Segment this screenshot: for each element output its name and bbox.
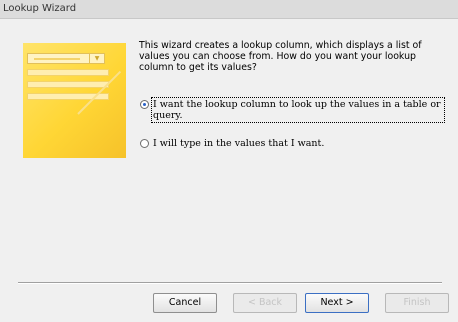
lookup-list-illustration: ▼ [23,43,126,158]
chevron-down-icon: ▼ [89,54,104,63]
title-bar: Lookup Wizard [0,0,458,19]
radio-button-selected[interactable] [140,100,149,109]
list-line-illustration [27,81,109,88]
window-title: Lookup Wizard [3,3,77,14]
separator [18,282,442,284]
option-label[interactable]: I will type in the values that I want. [153,138,443,149]
next-button[interactable]: Next > [305,293,369,313]
list-line-illustration [27,69,109,76]
option-label[interactable]: I want the lookup column to look up the … [151,97,445,123]
finish-button[interactable]: Finish [385,293,449,313]
back-button[interactable]: < Back [233,293,297,313]
option-lookup-table[interactable]: I want the lookup column to look up the … [140,97,445,123]
cancel-button[interactable]: Cancel [153,293,217,313]
option-type-values[interactable]: I will type in the values that I want. [140,138,443,149]
dropdown-illustration: ▼ [27,53,105,64]
wizard-content: ▼ This wizard creates a lookup column, w… [0,19,458,282]
wizard-description: This wizard creates a lookup column, whi… [139,40,422,73]
radio-button[interactable] [140,139,149,148]
